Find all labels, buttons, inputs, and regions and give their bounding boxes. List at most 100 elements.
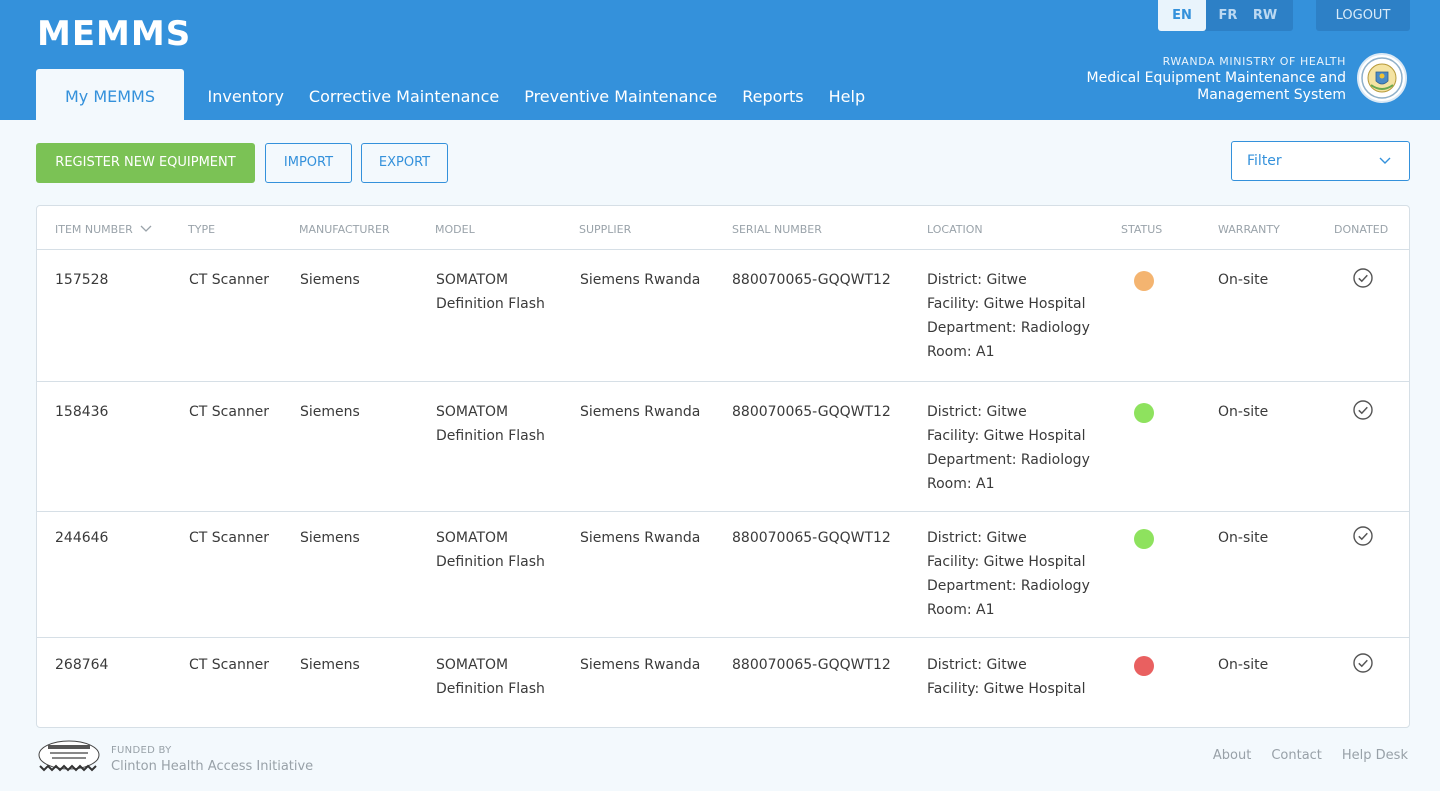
footer-link-help-desk[interactable]: Help Desk: [1342, 748, 1408, 763]
cell-warranty: On-site: [1218, 272, 1269, 288]
cell-manufacturer: Siemens: [300, 272, 360, 288]
funded-by-label: FUNDED BY: [111, 745, 172, 756]
cell-model-line1: SOMATOM: [436, 404, 509, 420]
cell-model-line1: SOMATOM: [436, 657, 509, 673]
column-header-warranty[interactable]: WARRANTY: [1218, 223, 1280, 236]
cell-supplier: Siemens Rwanda: [580, 530, 701, 546]
app-title: MEMMS: [37, 14, 192, 54]
equipment-table: ITEM NUMBER TYPE MANUFACTURER MODEL SUPP…: [36, 205, 1410, 728]
column-header-donated[interactable]: DONATED: [1334, 223, 1388, 236]
chevron-down-icon: [1379, 157, 1391, 164]
cell-manufacturer: Siemens: [300, 657, 360, 673]
column-header-item-number[interactable]: ITEM NUMBER: [55, 223, 152, 236]
cell-model-line1: SOMATOM: [436, 530, 509, 546]
column-header-label: ITEM NUMBER: [55, 223, 133, 236]
nav-corrective-maintenance[interactable]: Corrective Maintenance: [296, 69, 511, 120]
location-department: Department: Radiology: [927, 452, 1090, 468]
table-row[interactable]: 244646 CT Scanner Siemens SOMATOM Defini…: [37, 512, 1409, 638]
cell-model-line2: Definition Flash: [436, 428, 545, 444]
column-header-model[interactable]: MODEL: [435, 223, 475, 236]
cell-location: District: Gitwe Facility: Gitwe Hospital…: [927, 400, 1090, 496]
nav-inventory[interactable]: Inventory: [195, 69, 296, 120]
funder-name: Clinton Health Access Initiative: [111, 759, 314, 774]
cell-item-number: 158436: [55, 404, 109, 420]
cell-serial-number: 880070065-GQQWT12: [732, 404, 891, 420]
footer-link-contact[interactable]: Contact: [1271, 748, 1322, 763]
lang-en[interactable]: EN: [1158, 0, 1206, 31]
cell-manufacturer: Siemens: [300, 530, 360, 546]
filter-dropdown[interactable]: Filter: [1231, 141, 1410, 181]
ministry-info: RWANDA MINISTRY OF HEALTH Medical Equipm…: [1087, 55, 1346, 104]
cell-model-line2: Definition Flash: [436, 554, 545, 570]
location-facility: Facility: Gitwe Hospital: [927, 681, 1086, 697]
lang-fr[interactable]: FR: [1206, 0, 1250, 31]
funded-by: FUNDED BY Clinton Health Access Initiati…: [111, 745, 313, 774]
location-department: Department: Radiology: [927, 578, 1090, 594]
cell-warranty: On-site: [1218, 657, 1269, 673]
location-room: Room: A1: [927, 602, 995, 618]
cell-serial-number: 880070065-GQQWT12: [732, 272, 891, 288]
nav-preventive-maintenance[interactable]: Preventive Maintenance: [512, 69, 730, 120]
status-indicator: [1134, 271, 1154, 291]
lang-rw[interactable]: RW: [1250, 0, 1280, 31]
table-row[interactable]: 268764 CT Scanner Siemens SOMATOM Defini…: [37, 638, 1409, 727]
cell-model: SOMATOM Definition Flash: [436, 400, 545, 448]
logout-button[interactable]: LOGOUT: [1316, 0, 1410, 31]
column-header-location[interactable]: LOCATION: [927, 223, 983, 236]
cell-serial-number: 880070065-GQQWT12: [732, 657, 891, 673]
language-switcher: EN FR RW: [1158, 0, 1293, 31]
main-nav: My MEMMS Inventory Corrective Maintenanc…: [36, 69, 878, 120]
cell-manufacturer: Siemens: [300, 404, 360, 420]
location-room: Room: A1: [927, 476, 995, 492]
cell-location: District: Gitwe Facility: Gitwe Hospital: [927, 653, 1086, 701]
export-button[interactable]: EXPORT: [361, 143, 448, 183]
system-name-line2: Management System: [1197, 87, 1346, 103]
cell-item-number: 244646: [55, 530, 109, 546]
table-row[interactable]: 158436 CT Scanner Siemens SOMATOM Defini…: [37, 382, 1409, 512]
register-equipment-button[interactable]: REGISTER NEW EQUIPMENT: [36, 143, 255, 183]
location-district: District: Gitwe: [927, 404, 1027, 420]
system-name-line1: Medical Equipment Maintenance and: [1086, 70, 1346, 86]
cell-model: SOMATOM Definition Flash: [436, 268, 545, 316]
cell-serial-number: 880070065-GQQWT12: [732, 530, 891, 546]
column-header-supplier[interactable]: SUPPLIER: [579, 223, 631, 236]
clinton-health-access-initiative-logo: [36, 738, 102, 776]
cell-type: CT Scanner: [189, 272, 270, 288]
location-district: District: Gitwe: [927, 272, 1027, 288]
import-button[interactable]: IMPORT: [265, 143, 352, 183]
cell-type: CT Scanner: [189, 530, 270, 546]
footer-links: About Contact Help Desk: [1213, 748, 1408, 763]
cell-model: SOMATOM Definition Flash: [436, 526, 545, 574]
location-district: District: Gitwe: [927, 530, 1027, 546]
location-facility: Facility: Gitwe Hospital: [927, 554, 1086, 570]
check-circle-icon: [1353, 268, 1373, 288]
cell-item-number: 157528: [55, 272, 109, 288]
nav-help[interactable]: Help: [816, 69, 877, 120]
column-header-status[interactable]: STATUS: [1121, 223, 1162, 236]
column-header-manufacturer[interactable]: MANUFACTURER: [299, 223, 390, 236]
column-header-type[interactable]: TYPE: [188, 223, 215, 236]
cell-warranty: On-site: [1218, 404, 1269, 420]
cell-warranty: On-site: [1218, 530, 1269, 546]
cell-location: District: Gitwe Facility: Gitwe Hospital…: [927, 526, 1090, 622]
column-header-serial-number[interactable]: SERIAL NUMBER: [732, 223, 822, 236]
cell-supplier: Siemens Rwanda: [580, 272, 701, 288]
cell-supplier: Siemens Rwanda: [580, 404, 701, 420]
cell-model-line1: SOMATOM: [436, 272, 509, 288]
nav-my-memms[interactable]: My MEMMS: [36, 69, 184, 120]
location-district: District: Gitwe: [927, 657, 1027, 673]
status-indicator: [1134, 403, 1154, 423]
check-circle-icon: [1353, 526, 1373, 546]
cell-model: SOMATOM Definition Flash: [436, 653, 545, 701]
cell-type: CT Scanner: [189, 657, 270, 673]
location-facility: Facility: Gitwe Hospital: [927, 428, 1086, 444]
cell-model-line2: Definition Flash: [436, 296, 545, 312]
nav-reports[interactable]: Reports: [730, 69, 816, 120]
ministry-name: RWANDA MINISTRY OF HEALTH: [1162, 55, 1346, 68]
cell-model-line2: Definition Flash: [436, 681, 545, 697]
cell-type: CT Scanner: [189, 404, 270, 420]
rwanda-seal-logo: [1357, 53, 1407, 103]
location-facility: Facility: Gitwe Hospital: [927, 296, 1086, 312]
table-row[interactable]: 157528 CT Scanner Siemens SOMATOM Defini…: [37, 250, 1409, 382]
footer-link-about[interactable]: About: [1213, 748, 1251, 763]
